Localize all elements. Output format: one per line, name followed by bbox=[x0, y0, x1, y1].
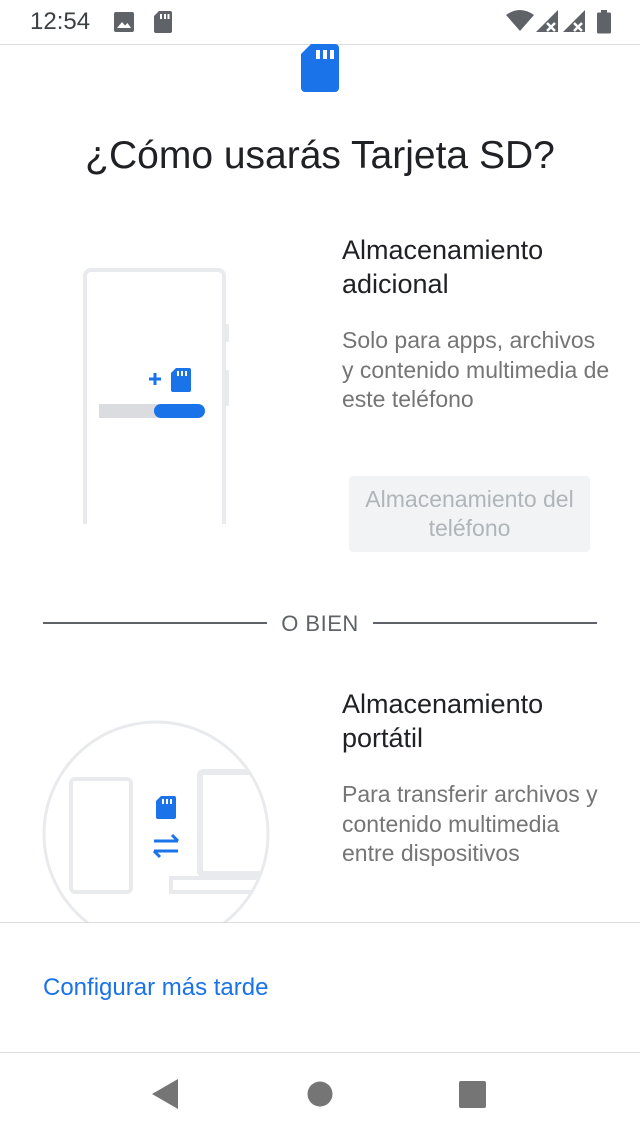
divider-label: O BIEN bbox=[281, 611, 359, 636]
phone-storage-button[interactable]: Almacenamiento del teléfono bbox=[349, 476, 590, 552]
status-bar: 12:54 bbox=[0, 0, 640, 45]
divider-line-right bbox=[373, 622, 597, 624]
signal-no-data-icon bbox=[563, 10, 585, 32]
sd-card-icon bbox=[154, 11, 172, 33]
sd-card-icon bbox=[301, 44, 339, 92]
signal-no-data-icon bbox=[536, 10, 558, 32]
footer-separator bbox=[0, 922, 640, 923]
internal-storage-description: Solo para apps, archivos y contenido mul… bbox=[342, 327, 610, 412]
page-title: ¿Cómo usarás Tarjeta SD? bbox=[85, 134, 555, 177]
home-icon[interactable] bbox=[307, 1081, 333, 1107]
portable-storage-illustration bbox=[42, 720, 270, 922]
image-icon bbox=[114, 12, 134, 32]
phone-storage-illustration bbox=[83, 268, 229, 524]
nav-bar-separator bbox=[0, 1052, 640, 1053]
setup-later-button[interactable]: Configurar más tarde bbox=[43, 974, 268, 1002]
back-icon[interactable] bbox=[150, 1078, 180, 1110]
portable-storage-title: Almacenamiento portátil bbox=[342, 689, 544, 753]
portable-storage-description: Para transferir archivos y contenido mul… bbox=[342, 781, 598, 866]
recents-icon[interactable] bbox=[459, 1081, 486, 1108]
battery-icon bbox=[597, 10, 611, 34]
status-time: 12:54 bbox=[30, 8, 91, 35]
wifi-icon bbox=[506, 10, 534, 31]
internal-storage-title: Almacenamiento adicional bbox=[342, 235, 544, 299]
